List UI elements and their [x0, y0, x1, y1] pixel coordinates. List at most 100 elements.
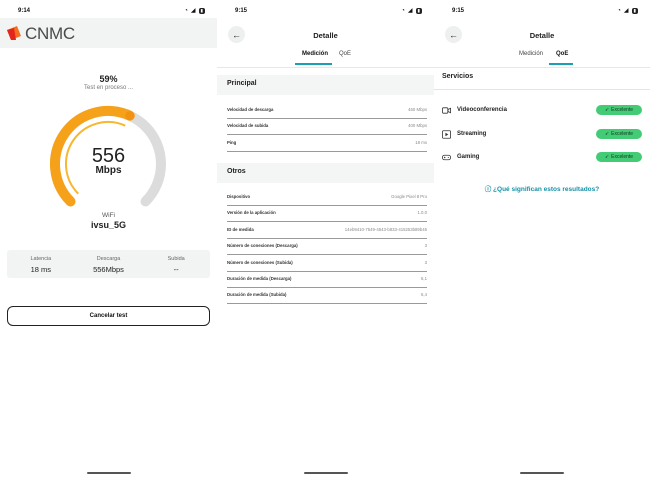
- tab-divider: [434, 67, 650, 68]
- home-indicator[interactable]: [86, 471, 131, 474]
- row-value: 1.0.0: [417, 210, 427, 215]
- section-title: Principal: [227, 80, 257, 87]
- row-label: Duración de medida (Descarga): [227, 276, 292, 281]
- tab-divider: [217, 67, 434, 68]
- row-label: Velocidad de subida: [227, 123, 269, 128]
- rating-text: Excelente: [611, 154, 634, 160]
- tab-qoe[interactable]: QoE: [554, 51, 570, 57]
- battery-icon: ▮: [631, 7, 638, 14]
- tab-bar: Medición QoE: [434, 51, 650, 67]
- network-type: WiFi: [102, 212, 115, 219]
- status-time: 9:15: [235, 8, 248, 14]
- section-title: Otros: [227, 168, 246, 175]
- row-value: Google Pixel 8 Pro: [391, 194, 427, 199]
- row-label: Número de conexiones (Subida): [227, 260, 293, 265]
- row-value: 6,1: [421, 276, 427, 281]
- rocket-icon: ➶: [604, 107, 610, 113]
- active-tab-indicator: [295, 63, 332, 65]
- status-bar: 9:15 ◔ ◢ ▮: [217, 0, 434, 18]
- status-bar: 9:14 ◔ ◢ ▮: [0, 0, 217, 18]
- row-value: 14eb9410-7549-4543-b833-415253b89b45: [344, 227, 427, 232]
- wifi-icon: ◔: [184, 7, 188, 14]
- rating-badge: ➶ Excelente: [596, 152, 642, 162]
- detail-row: Versión de la aplicación 1.0.0: [227, 206, 427, 222]
- page-title: Detalle: [313, 31, 338, 40]
- status-time: 9:14: [18, 8, 31, 14]
- service-row-videoconferencia: Videoconferencia ➶ Excelente: [442, 105, 642, 119]
- detail-row: Dispositivo Google Pixel 8 Pro: [227, 190, 427, 206]
- status-icons: ◔ ◢ ▮: [401, 7, 422, 14]
- detail-row: Ping 18 ms: [227, 136, 427, 152]
- cancel-test-button[interactable]: Cancelar test: [7, 306, 210, 326]
- row-value: 3: [424, 260, 427, 265]
- home-indicator[interactable]: [520, 471, 564, 474]
- detail-row: Duración de medida (Subida) 6,4: [227, 288, 427, 304]
- rocket-icon: ➶: [604, 131, 610, 137]
- status-icons: ◔ ◢ ▮: [617, 7, 638, 14]
- service-row-gaming: Gaming ➶ Excelente: [442, 152, 642, 166]
- row-value: 3: [424, 243, 427, 248]
- service-row-streaming: Streaming ➶ Excelente: [442, 129, 642, 143]
- progress-percent: 59%: [99, 74, 118, 84]
- active-tab-indicator: [549, 63, 573, 65]
- service-name: Videoconferencia: [457, 107, 507, 113]
- stats-panel: Latencia 18 ms Descarga 556Mbps Subida -…: [7, 250, 210, 278]
- row-value: 18 ms: [415, 140, 427, 145]
- battery-icon: ▮: [198, 7, 205, 14]
- row-value: 6,4: [421, 292, 427, 297]
- status-time: 9:15: [452, 8, 465, 14]
- brand-header: CNMC: [0, 18, 217, 48]
- row-label: Duración de medida (Subida): [227, 292, 287, 297]
- stat-value: --: [173, 265, 179, 274]
- results-help-link[interactable]: ⓘ ¿Qué significan estos resultados?: [434, 183, 650, 193]
- stat-value: 556Mbps: [93, 265, 124, 274]
- tab-qoe[interactable]: QoE: [337, 51, 353, 57]
- speedtest-screen: 9:14 ◔ ◢ ▮ CNMC 59% Test en proceso ... …: [0, 0, 217, 480]
- signal-icon: ◢: [623, 8, 629, 14]
- detail-row: Velocidad de descarga 460 Mbps: [227, 103, 427, 119]
- progress-status: Test en proceso ...: [83, 85, 134, 91]
- detail-measurement-screen: 9:15 ◔ ◢ ▮ ← Detalle Medición QoE Princi…: [217, 0, 434, 480]
- section-principal: Principal: [217, 75, 434, 95]
- rocket-icon: ➶: [604, 154, 610, 160]
- detail-row: Número de conexiones (Descarga) 3: [227, 239, 427, 255]
- status-icons: ◔ ◢ ▮: [184, 7, 205, 14]
- row-label: Ping: [227, 140, 237, 145]
- detail-row: Número de conexiones (Subida) 3: [227, 256, 427, 272]
- stat-latency: Latencia 18 ms: [7, 250, 75, 278]
- rating-badge: ➶ Excelente: [596, 129, 642, 139]
- service-name: Streaming: [457, 131, 487, 137]
- row-label: ID de medida: [227, 227, 254, 232]
- rating-text: Excelente: [611, 131, 634, 137]
- signal-icon: ◢: [190, 8, 196, 14]
- gauge-knob: [125, 111, 135, 121]
- speed-unit: Mbps: [95, 165, 122, 176]
- play-icon: [442, 130, 451, 139]
- detail-qoe-screen: 9:15 ◔ ◢ ▮ ← Detalle Medición QoE Servic…: [434, 0, 650, 480]
- rating-text: Excelente: [611, 107, 634, 113]
- cnmc-logo-icon: [7, 26, 21, 40]
- section-otros: Otros: [217, 163, 434, 183]
- brand-name: CNMC: [25, 24, 75, 43]
- stat-upload: Subida --: [142, 250, 210, 278]
- help-circle-icon: ⓘ: [484, 186, 492, 193]
- detail-row: ID de medida 14eb9410-7549-4543-b833-415…: [227, 223, 427, 239]
- row-value: 400 Mbps: [408, 123, 427, 128]
- wifi-icon: ◔: [617, 7, 621, 14]
- section-divider: [434, 89, 650, 90]
- page-title: Detalle: [529, 31, 555, 40]
- row-value: 460 Mbps: [408, 107, 427, 112]
- stat-download: Descarga 556Mbps: [75, 250, 143, 278]
- signal-icon: ◢: [407, 8, 413, 14]
- home-indicator[interactable]: [303, 471, 348, 474]
- tab-medicion[interactable]: Medición: [300, 51, 330, 57]
- wifi-icon: ◔: [401, 7, 405, 14]
- rating-badge: ➶ Excelente: [596, 105, 642, 115]
- tab-medicion[interactable]: Medición: [517, 51, 545, 57]
- section-title: Servicios: [442, 73, 474, 80]
- service-name: Gaming: [457, 154, 480, 160]
- row-label: Dispositivo: [227, 194, 251, 199]
- status-bar: 9:15 ◔ ◢ ▮: [434, 0, 650, 18]
- row-label: Velocidad de descarga: [227, 107, 274, 112]
- battery-icon: ▮: [415, 7, 422, 14]
